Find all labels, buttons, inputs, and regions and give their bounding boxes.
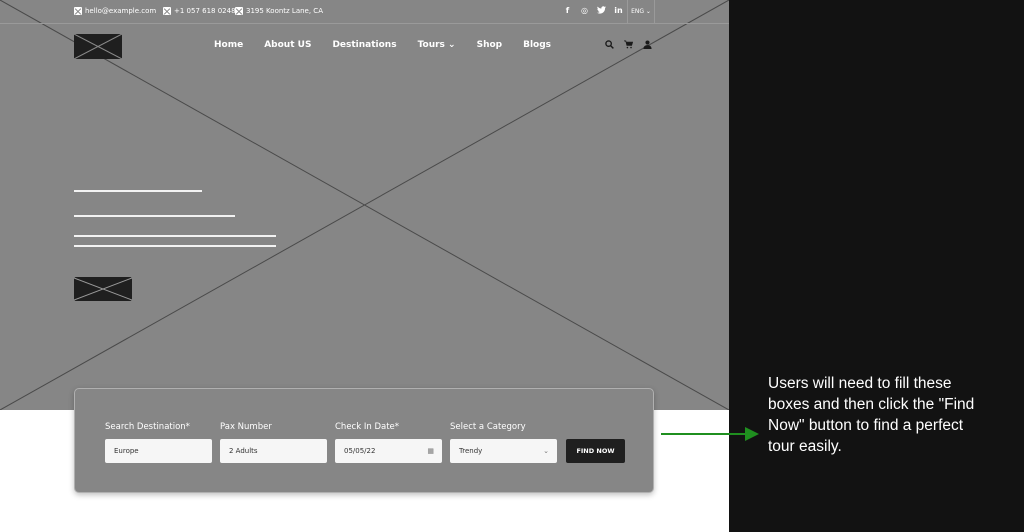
cart-icon[interactable] — [624, 40, 634, 52]
placeholder-cross-lines — [0, 0, 729, 410]
checkin-value: 05/05/22 — [344, 447, 376, 455]
destination-value: Europe — [114, 447, 139, 455]
destination-label: Search Destination* — [105, 422, 190, 432]
hero-text-line-placeholder — [74, 245, 276, 247]
phone-contact[interactable]: +1 057 618 0248 — [163, 7, 236, 15]
language-selector[interactable]: ENG ⌄ — [627, 0, 655, 24]
hero-cta-button-placeholder[interactable] — [74, 277, 132, 301]
checkin-label: Check In Date* — [335, 422, 400, 432]
hero-subheading-placeholder — [74, 215, 235, 217]
pax-label: Pax Number — [220, 422, 272, 432]
main-nav: Home About US Destinations Tours ⌄ Shop … — [214, 40, 551, 50]
button-cross-icon — [74, 277, 132, 301]
nav-shop[interactable]: Shop — [477, 40, 503, 50]
nav-blogs[interactable]: Blogs — [523, 40, 551, 50]
destination-field: Search Destination* Europe — [105, 422, 212, 463]
phone-text: +1 057 618 0248 — [174, 7, 236, 15]
logo-placeholder[interactable] — [74, 34, 122, 59]
email-contact[interactable]: hello@example.com — [74, 7, 156, 15]
category-label: Select a Category — [450, 422, 526, 432]
facebook-icon[interactable]: f — [563, 6, 572, 16]
twitter-icon[interactable] — [597, 6, 606, 16]
logo-cross-icon — [74, 34, 122, 59]
category-select[interactable]: Trendy ⌄ — [450, 439, 557, 463]
email-text: hello@example.com — [85, 7, 157, 15]
linkedin-icon[interactable]: in — [614, 6, 623, 16]
address-contact[interactable]: 3195 Koontz Lane, CA — [235, 7, 323, 15]
annotation-text: Users will need to fill these boxes and … — [768, 375, 975, 455]
social-links: f ◎ in — [563, 6, 623, 16]
nav-destinations[interactable]: Destinations — [332, 40, 396, 50]
image-placeholder-icon — [74, 7, 82, 15]
chevron-down-icon: ⌄ — [543, 447, 549, 455]
top-bar: hello@example.com +1 057 618 0248 3195 K… — [0, 0, 729, 24]
tour-search-panel: Search Destination* Europe Pax Number 2 … — [74, 388, 654, 493]
hero-heading-placeholder — [74, 190, 202, 192]
image-placeholder-icon — [163, 7, 171, 15]
pax-input[interactable]: 2 Adults — [220, 439, 327, 463]
checkin-date-input[interactable]: 05/05/22 ▦ — [335, 439, 442, 463]
nav-about-us[interactable]: About US — [264, 40, 311, 50]
destination-input[interactable]: Europe — [105, 439, 212, 463]
address-text: 3195 Koontz Lane, CA — [246, 7, 323, 15]
category-field: Select a Category Trendy ⌄ — [450, 422, 557, 463]
search-icon[interactable] — [605, 40, 614, 52]
image-placeholder-icon — [235, 7, 243, 15]
checkin-field: Check In Date* 05/05/22 ▦ — [335, 422, 442, 463]
hero-image-placeholder — [0, 0, 729, 410]
annotation-arrow-icon — [661, 427, 759, 441]
find-now-button[interactable]: FIND NOW — [566, 439, 625, 463]
pax-field: Pax Number 2 Adults — [220, 422, 327, 463]
calendar-icon[interactable]: ▦ — [427, 439, 434, 463]
hero-text-line-placeholder — [74, 235, 276, 237]
nav-actions — [605, 40, 652, 52]
nav-home[interactable]: Home — [214, 40, 243, 50]
user-icon[interactable] — [643, 40, 652, 52]
nav-tours[interactable]: Tours ⌄ — [418, 40, 456, 50]
website-mockup: hello@example.com +1 057 618 0248 3195 K… — [0, 0, 729, 532]
category-value: Trendy — [459, 447, 483, 455]
instagram-icon[interactable]: ◎ — [580, 6, 589, 16]
pax-value: 2 Adults — [229, 447, 258, 455]
